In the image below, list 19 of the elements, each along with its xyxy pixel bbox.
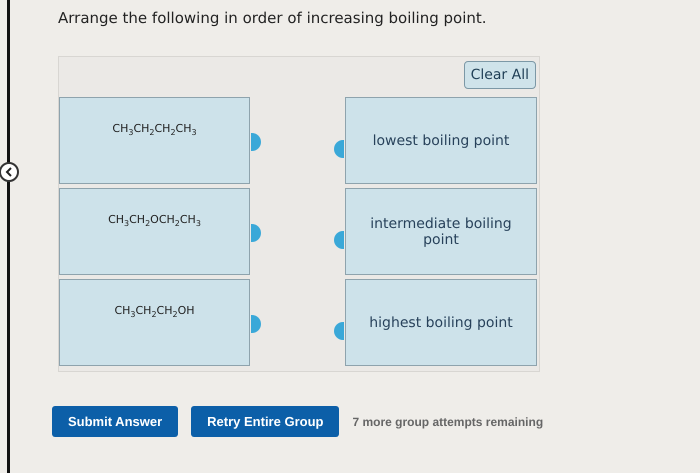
clear-all-button[interactable]: Clear All: [464, 61, 536, 89]
formula-text: CH$_{3}$CH$_{2}$CH$_{2}$CH$_{3}$: [112, 122, 197, 138]
target-slot-card[interactable]: highest boiling point: [345, 279, 537, 366]
question-text: Arrange the following in order of increasing boiling point.: [58, 9, 488, 27]
target-slot-card[interactable]: lowest boiling point: [345, 97, 537, 184]
target-label: highest boiling point: [368, 314, 514, 330]
target-slot-card[interactable]: intermediate boiling point: [345, 188, 537, 275]
draggable-item-card[interactable]: CH$_{3}$CH$_{2}$OCH$_{2}$CH$_{3}$: [59, 188, 250, 275]
draggable-item-card[interactable]: CH$_{3}$CH$_{2}$CH$_{2}$OH: [59, 279, 250, 366]
draggable-item-card[interactable]: CH$_{3}$CH$_{2}$CH$_{2}$CH$_{3}$: [59, 97, 250, 184]
formula-text: CH$_{3}$CH$_{2}$OCH$_{2}$CH$_{3}$: [108, 213, 201, 228]
collapse-button[interactable]: [0, 162, 19, 182]
chevron-left-icon: [5, 167, 13, 177]
attempts-note: 7 more group attempts remaining: [352, 414, 544, 428]
target-label: intermediate boiling point: [369, 216, 513, 248]
action-button[interactable]: Submit Answer: [52, 406, 178, 437]
action-button[interactable]: Retry Entire Group: [191, 406, 340, 437]
formula-text: CH$_{3}$CH$_{2}$CH$_{2}$OH: [114, 304, 195, 320]
target-label: lowest boiling point: [372, 132, 510, 148]
